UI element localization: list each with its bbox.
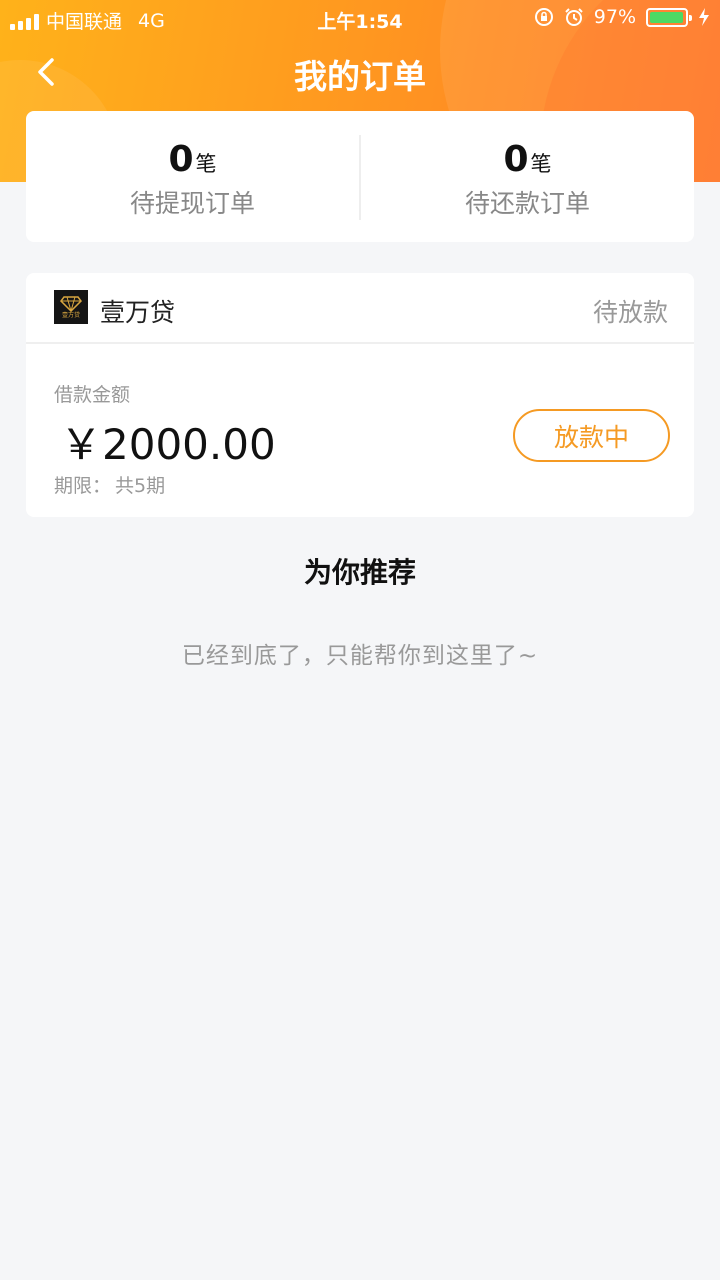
summary-label: 待还款订单 (464, 189, 590, 218)
summary-pending-repayment[interactable]: 0笔 待还款订单 (361, 111, 694, 242)
term-value: 共5期 (115, 475, 166, 497)
brand-name: 壹万贷 (100, 298, 176, 327)
summary-count-unit: 笔 (530, 152, 552, 176)
brand-logo-text: 壹万贷 (61, 311, 80, 319)
summary-count-unit: 笔 (195, 152, 217, 176)
charging-icon (699, 8, 709, 26)
summary-pending-withdrawal[interactable]: 0笔 待提现订单 (26, 111, 359, 242)
order-summary-card: 0笔 待提现订单 0笔 待还款订单 (26, 111, 694, 242)
alarm-icon (565, 8, 583, 26)
diamond-icon (60, 295, 82, 312)
summary-label: 待提现订单 (129, 189, 255, 218)
loan-term: 期限： 共5期 (54, 471, 165, 498)
status-right: 97% (534, 6, 710, 28)
recommend-title: 为你推荐 (303, 556, 416, 589)
order-page: 中国联通 4G 上午1:54 97% 我的订单 0笔 待提现订单 0笔 待还款订… (0, 0, 720, 1280)
summary-count-number: 0 (168, 139, 194, 180)
order-status: 待放款 (592, 298, 668, 327)
amount-value: ￥2000.00 (60, 420, 276, 469)
status-bar: 中国联通 4G 上午1:54 97% (0, 0, 720, 36)
rotation-lock-icon (534, 8, 553, 26)
summary-count: 0笔 (503, 139, 551, 180)
order-card-header: 壹万贷 壹万贷 待放款 (26, 273, 694, 344)
order-card[interactable]: 壹万贷 壹万贷 待放款 借款金额 ￥2000.00 期限： 共5期 放款中 (26, 273, 694, 517)
battery-icon (646, 7, 692, 27)
end-of-list-hint: 已经到底了，只能帮你到这里了~ (181, 643, 539, 669)
amount-label: 借款金额 (54, 384, 131, 406)
term-label: 期限： (54, 475, 112, 497)
battery-fill (650, 11, 683, 23)
battery-percent: 97% (593, 6, 636, 28)
page-title: 我的订单 (294, 57, 426, 96)
summary-count: 0笔 (168, 139, 216, 180)
brand-logo: 壹万贷 (54, 290, 88, 324)
disbursing-button[interactable]: 放款中 (513, 409, 670, 462)
summary-count-number: 0 (503, 139, 529, 180)
